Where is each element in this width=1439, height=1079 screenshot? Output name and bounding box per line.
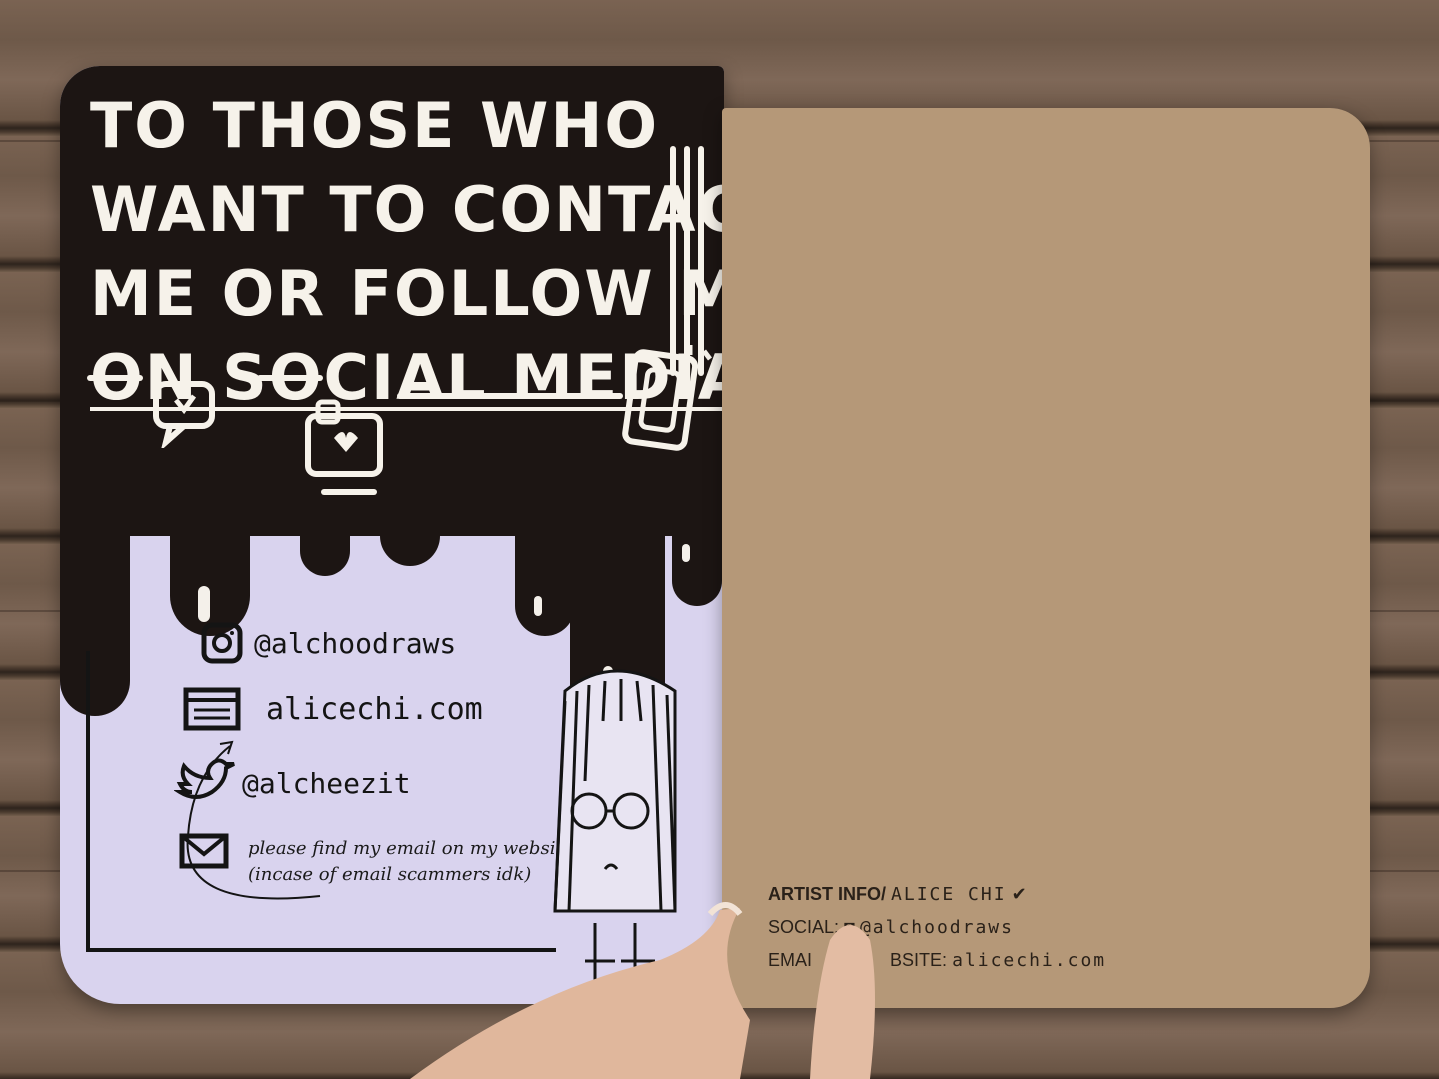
drip-highlight bbox=[682, 544, 690, 562]
drip-highlight bbox=[534, 596, 542, 616]
phone-icon bbox=[622, 345, 712, 451]
instagram-handle: @alchoodraws bbox=[254, 626, 457, 660]
right-zine-page: ARTIST INFO/ ALICE CHI ✔ SOCIAL: ◙ @alch… bbox=[722, 108, 1370, 1008]
drip-highlight bbox=[198, 586, 210, 622]
heart-speech-bubble-icon bbox=[153, 381, 215, 448]
headline-line: TO THOSE WHO bbox=[90, 89, 660, 162]
ink-drip bbox=[672, 506, 722, 606]
heart-check-icon: ✔ bbox=[1011, 884, 1027, 904]
hand-holding-zine bbox=[410, 902, 875, 1079]
heart-monitor-icon bbox=[305, 399, 383, 495]
instagram-contact: @alchoodraws bbox=[200, 621, 456, 665]
left-zine-page: TO THOSE WHO WANT TO CONTACT ME OR FOLLO… bbox=[60, 66, 724, 1004]
instagram-icon bbox=[201, 622, 243, 664]
ink-drip bbox=[60, 506, 130, 716]
website-url: alicechi.com bbox=[266, 691, 483, 727]
drawn-frame-vertical bbox=[86, 651, 90, 951]
ink-drip bbox=[380, 506, 440, 566]
website-value: alicechi.com bbox=[952, 950, 1107, 971]
ink-drip bbox=[300, 506, 350, 576]
hand-drawn-arrow bbox=[186, 740, 321, 900]
headline-line: ME OR FOLLOW ME bbox=[90, 257, 724, 330]
ink-drip bbox=[515, 506, 575, 636]
headline-line: WANT TO CONTACT bbox=[90, 173, 724, 246]
ink-drip bbox=[170, 506, 250, 636]
